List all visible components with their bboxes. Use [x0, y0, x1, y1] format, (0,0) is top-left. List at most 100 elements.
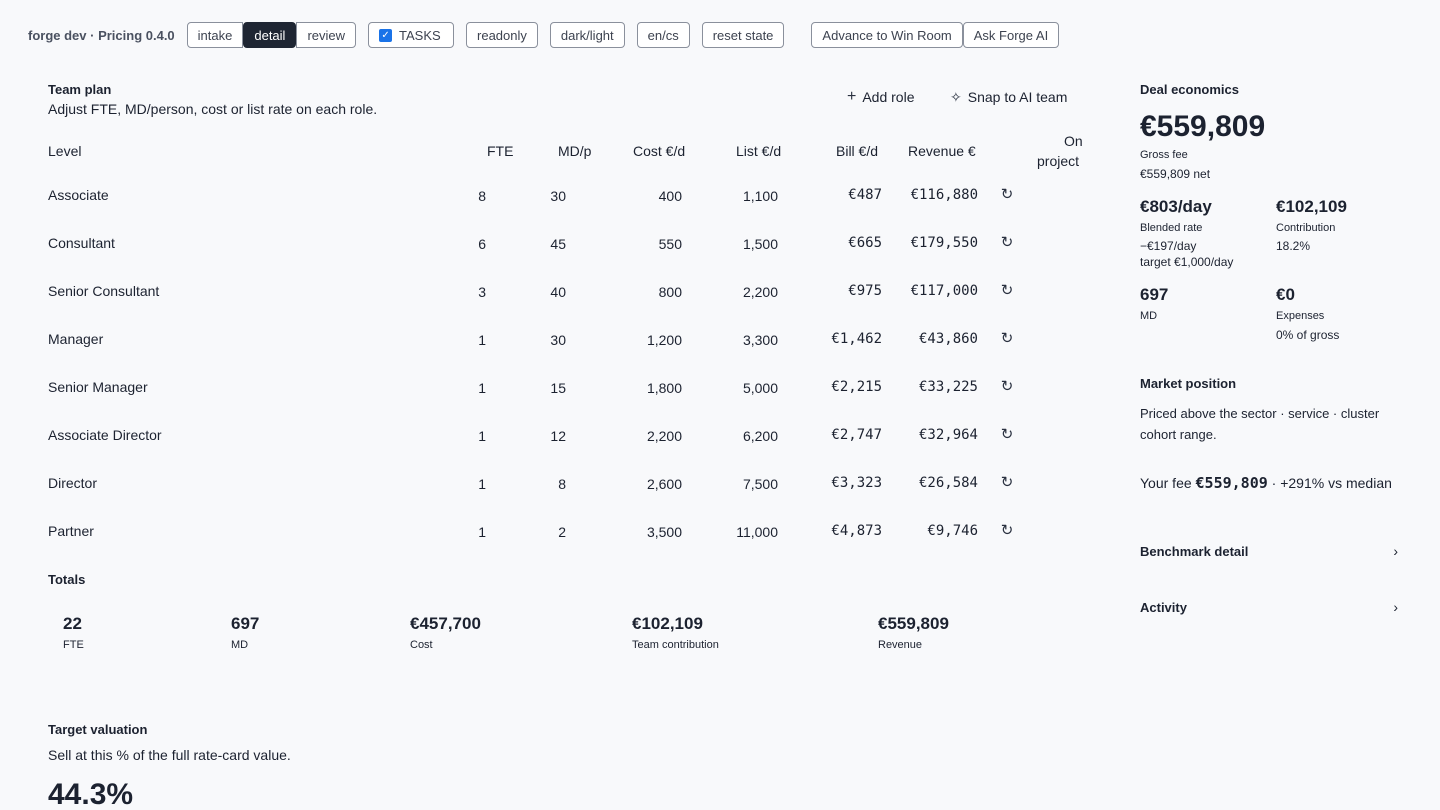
target-valuation-value[interactable]: 44.3% — [48, 778, 133, 810]
reset-icon[interactable]: ↻ — [999, 331, 1015, 347]
reset-state-button[interactable]: reset state — [701, 22, 785, 48]
md-per-person-input[interactable]: 15 — [550, 380, 566, 396]
row-level: Consultant — [48, 235, 115, 251]
fee-value: €559,809 — [1195, 474, 1268, 492]
plus-icon: + — [847, 88, 857, 105]
reset-icon[interactable]: ↻ — [999, 187, 1015, 203]
col-on-project-line1: On — [1064, 133, 1083, 149]
blended-rate-target: target €1,000/day — [1140, 255, 1234, 269]
revenue-value: €116,880 — [910, 187, 978, 203]
col-level: Level — [48, 143, 82, 159]
fte-input[interactable]: 1 — [478, 476, 486, 492]
total-cost-value: €457,700 — [410, 614, 481, 633]
list-rate-input[interactable]: 7,500 — [743, 476, 778, 492]
list-rate-input[interactable]: 2,200 — [743, 284, 778, 300]
top-toolbar: forge dev · Pricing 0.4.0 intake detail … — [28, 22, 1060, 48]
total-revenue-value: €559,809 — [878, 614, 949, 633]
add-role-button[interactable]: + Add role — [847, 88, 915, 106]
tab-review[interactable]: review — [296, 22, 357, 48]
list-rate-input[interactable]: 6,200 — [743, 428, 778, 444]
expenses-pct: 0% of gross — [1276, 328, 1340, 342]
sparkle-icon: ✧ — [950, 88, 962, 105]
tab-intake[interactable]: intake — [186, 22, 244, 48]
col-on-project-line2: project — [1037, 153, 1080, 169]
total-cost-label: Cost — [410, 639, 433, 651]
theme-toggle-button[interactable]: dark/light — [549, 22, 625, 48]
contribution-pct: 18.2% — [1276, 239, 1311, 253]
list-rate-input[interactable]: 3,300 — [743, 332, 778, 348]
fte-input[interactable]: 1 — [478, 428, 486, 444]
md-per-person-input[interactable]: 8 — [558, 476, 566, 492]
row-level: Manager — [48, 331, 104, 347]
fee-prefix: Your fee — [1140, 475, 1196, 491]
revenue-value: €117,000 — [910, 283, 978, 299]
cost-rate-input[interactable]: 1,200 — [647, 332, 682, 348]
fee-comparison: Your fee €559,809 · +291% vs median — [1140, 472, 1410, 494]
fte-input[interactable]: 1 — [478, 332, 486, 348]
total-fte-value: 22 — [63, 614, 82, 633]
target-valuation-title: Target valuation — [48, 722, 148, 737]
list-rate-input[interactable]: 1,100 — [743, 188, 778, 204]
fte-input[interactable]: 6 — [478, 236, 486, 252]
team-plan-subtitle: Adjust FTE, MD/person, cost or list rate… — [48, 101, 378, 117]
snap-ai-team-label: Snap to AI team — [967, 89, 1068, 105]
tab-detail[interactable]: detail — [243, 22, 297, 48]
blended-rate-label: Blended rate — [1140, 222, 1203, 234]
revenue-value: €43,860 — [918, 331, 978, 347]
list-rate-input[interactable]: 5,000 — [743, 380, 778, 396]
reset-icon[interactable]: ↻ — [999, 523, 1015, 539]
col-bill: Bill €/d — [836, 143, 879, 159]
readonly-button[interactable]: readonly — [466, 22, 538, 48]
fte-input[interactable]: 8 — [478, 188, 486, 204]
md-per-person-input[interactable]: 30 — [550, 188, 566, 204]
fte-input[interactable]: 1 — [478, 380, 486, 396]
contribution-label: Contribution — [1276, 222, 1336, 234]
row-level: Associate Director — [48, 427, 162, 443]
cost-rate-input[interactable]: 2,200 — [647, 428, 682, 444]
blended-rate-value: €803/day — [1140, 197, 1212, 216]
target-valuation-subtitle: Sell at this % of the full rate-card val… — [48, 747, 291, 763]
cost-rate-input[interactable]: 800 — [659, 284, 682, 300]
cost-rate-input[interactable]: 1,800 — [647, 380, 682, 396]
snap-ai-team-button[interactable]: ✧ Snap to AI team — [950, 88, 1067, 106]
col-cost: Cost €/d — [633, 143, 686, 159]
advance-win-room-button[interactable]: Advance to Win Room — [811, 22, 963, 48]
fte-input[interactable]: 1 — [478, 524, 486, 540]
tasks-toggle[interactable]: ✓ TASKS — [368, 22, 455, 48]
reset-icon[interactable]: ↻ — [999, 379, 1015, 395]
reset-icon[interactable]: ↻ — [999, 475, 1015, 491]
expenses-value: €0 — [1276, 285, 1295, 304]
bill-rate: €4,873 — [831, 523, 882, 539]
reset-icon[interactable]: ↻ — [999, 427, 1015, 443]
bill-rate: €2,215 — [831, 379, 882, 395]
contribution-value: €102,109 — [1276, 197, 1347, 216]
cost-rate-input[interactable]: 3,500 — [647, 524, 682, 540]
list-rate-input[interactable]: 1,500 — [743, 236, 778, 252]
app-title: forge dev · Pricing 0.4.0 — [28, 27, 175, 43]
reset-icon[interactable]: ↻ — [999, 283, 1015, 299]
col-list: List €/d — [736, 143, 782, 159]
bill-rate: €1,462 — [831, 331, 882, 347]
md-per-person-input[interactable]: 12 — [550, 428, 566, 444]
md-per-person-input[interactable]: 40 — [550, 284, 566, 300]
row-level: Associate — [48, 187, 109, 203]
md-per-person-input[interactable]: 2 — [558, 524, 566, 540]
activity-link[interactable]: Activity › — [1140, 599, 1398, 615]
reset-icon[interactable]: ↻ — [999, 235, 1015, 251]
tasks-label: TASKS — [399, 27, 441, 43]
cost-rate-input[interactable]: 400 — [659, 188, 682, 204]
check-icon[interactable]: ✓ — [379, 28, 393, 42]
cost-rate-input[interactable]: 2,600 — [647, 476, 682, 492]
fte-input[interactable]: 3 — [478, 284, 486, 300]
md-per-person-input[interactable]: 30 — [550, 332, 566, 348]
cost-rate-input[interactable]: 550 — [659, 236, 682, 252]
row-level: Senior Consultant — [48, 283, 160, 299]
ask-forge-ai-button[interactable]: Ask Forge AI — [962, 22, 1060, 48]
benchmark-detail-link[interactable]: Benchmark detail › — [1140, 543, 1398, 559]
list-rate-input[interactable]: 11,000 — [736, 524, 778, 540]
md-per-person-input[interactable]: 45 — [550, 236, 566, 252]
language-toggle-button[interactable]: en/cs — [636, 22, 690, 48]
bill-rate: €487 — [848, 187, 882, 203]
revenue-value: €26,584 — [918, 475, 978, 491]
net-fee: €559,809 net — [1140, 167, 1211, 181]
